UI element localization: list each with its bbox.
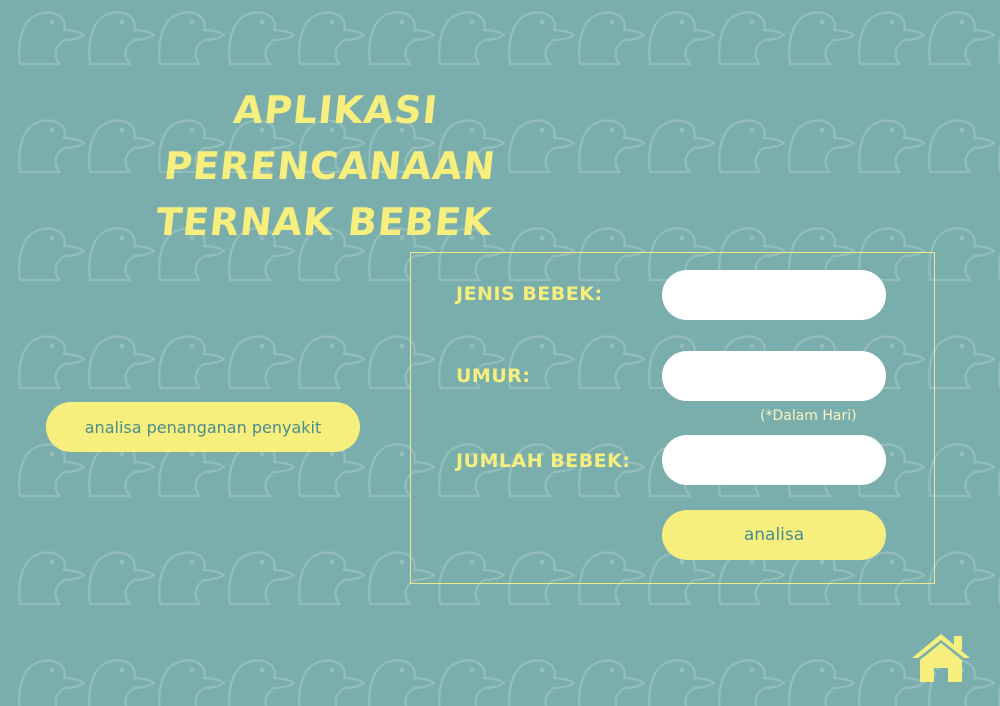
duck-head-icon — [788, 659, 856, 706]
duck-head-icon — [438, 659, 506, 706]
duck-head-icon — [18, 335, 86, 390]
jumlah-bebek-label: JUMLAH BEBEK: — [456, 450, 631, 472]
duck-head-icon — [298, 335, 366, 390]
duck-head-icon — [228, 11, 296, 66]
duck-head-icon — [298, 11, 366, 66]
duck-head-icon — [718, 659, 786, 706]
duck-head-icon — [578, 11, 646, 66]
duck-head-icon — [88, 443, 156, 498]
duck-head-icon — [228, 335, 296, 390]
umur-field[interactable] — [662, 351, 886, 401]
duck-head-icon — [158, 659, 226, 706]
duck-head-icon — [508, 659, 576, 706]
duck-head-icon — [18, 11, 86, 66]
duck-head-icon — [648, 119, 716, 174]
duck-head-icon — [88, 335, 156, 390]
duck-head-icon — [298, 659, 366, 706]
duck-head-icon — [718, 119, 786, 174]
duck-head-icon — [928, 335, 996, 390]
duck-head-icon — [648, 659, 716, 706]
duck-head-icon — [368, 11, 436, 66]
duck-head-icon — [158, 335, 226, 390]
app-title: APLIKASI PERENCANAAN TERNAK BEBEK — [51, 82, 609, 250]
duck-head-icon — [858, 119, 926, 174]
duck-head-icon — [788, 119, 856, 174]
duck-head-icon — [788, 11, 856, 66]
duck-head-icon — [928, 551, 996, 606]
duck-head-icon — [928, 119, 996, 174]
duck-head-icon — [18, 443, 86, 498]
app-title-line2: TERNAK BEBEK — [153, 200, 495, 244]
umur-label: UMUR: — [456, 365, 531, 387]
duck-head-icon — [928, 443, 996, 498]
duck-head-icon — [298, 443, 366, 498]
duck-head-icon — [228, 551, 296, 606]
analisa-button[interactable]: analisa — [662, 510, 886, 560]
duck-head-icon — [158, 443, 226, 498]
duck-head-icon — [18, 551, 86, 606]
duck-head-icon — [88, 551, 156, 606]
duck-head-icon — [508, 11, 576, 66]
duck-head-icon — [298, 551, 366, 606]
duck-head-icon — [438, 11, 506, 66]
home-icon[interactable] — [908, 630, 974, 684]
jumlah-bebek-field[interactable] — [662, 435, 886, 485]
duck-head-icon — [88, 659, 156, 706]
duck-head-icon — [928, 227, 996, 282]
duck-head-icon — [228, 659, 296, 706]
duck-head-icon — [858, 11, 926, 66]
duck-head-icon — [368, 659, 436, 706]
jenis-bebek-field[interactable] — [662, 270, 886, 320]
duck-head-icon — [578, 659, 646, 706]
duck-head-icon — [158, 551, 226, 606]
duck-head-icon — [928, 11, 996, 66]
duck-head-icon — [718, 11, 786, 66]
duck-head-icon — [648, 11, 716, 66]
app-title-line1: APLIKASI PERENCANAAN — [161, 88, 499, 188]
jenis-bebek-label: JENIS BEBEK: — [456, 283, 603, 305]
duck-head-icon — [228, 443, 296, 498]
duck-head-icon — [158, 11, 226, 66]
umur-note: (*Dalam Hari) — [760, 408, 857, 424]
duck-head-icon — [18, 659, 86, 706]
disease-analysis-button[interactable]: analisa penanganan penyakit — [46, 402, 360, 452]
duck-head-icon — [88, 11, 156, 66]
